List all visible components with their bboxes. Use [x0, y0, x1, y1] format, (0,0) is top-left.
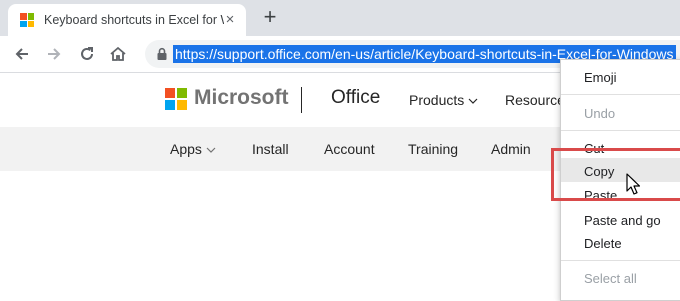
- microsoft-logo-icon[interactable]: [165, 88, 187, 110]
- subnav-account[interactable]: Account: [324, 141, 375, 157]
- lock-icon: [157, 47, 167, 60]
- menu-item-select-all[interactable]: Select all: [584, 271, 637, 286]
- chevron-down-icon: [468, 98, 478, 104]
- office-title[interactable]: Office: [331, 87, 380, 109]
- menu-item-delete[interactable]: Delete: [584, 236, 622, 251]
- mouse-cursor-icon: [626, 173, 640, 195]
- forward-button[interactable]: [42, 42, 66, 66]
- brand-name[interactable]: Microsoft: [194, 86, 289, 110]
- browser-tab[interactable]: Keyboard shortcuts in Excel for Windows …: [8, 4, 246, 36]
- chevron-down-icon: [206, 147, 216, 153]
- tab-title: Keyboard shortcuts in Excel for Windows: [44, 13, 224, 27]
- header-divider: [301, 87, 302, 113]
- subnav-install[interactable]: Install: [252, 141, 289, 157]
- menu-item-paste-and-go[interactable]: Paste and go: [584, 213, 661, 228]
- tab-strip: Keyboard shortcuts in Excel for Windows …: [0, 0, 680, 36]
- arrow-left-icon: [15, 48, 28, 60]
- menu-separator: [561, 130, 680, 131]
- arrow-right-icon: [48, 48, 61, 60]
- menu-item-undo[interactable]: Undo: [584, 106, 615, 121]
- back-button[interactable]: [10, 42, 34, 66]
- menu-separator: [561, 94, 680, 95]
- nav-products[interactable]: Products: [409, 92, 478, 108]
- menu-separator: [561, 260, 680, 261]
- subnav-training[interactable]: Training: [408, 141, 458, 157]
- annotation-highlight-box: [551, 148, 680, 201]
- new-tab-button[interactable]: +: [258, 6, 282, 30]
- subnav-apps[interactable]: Apps: [170, 141, 216, 157]
- home-icon: [110, 46, 126, 61]
- reload-icon: [81, 47, 93, 60]
- home-button[interactable]: [106, 42, 130, 66]
- menu-item-emoji[interactable]: Emoji: [584, 70, 617, 85]
- close-tab-icon[interactable]: ×: [222, 12, 238, 28]
- subnav-admin[interactable]: Admin: [491, 141, 531, 157]
- microsoft-favicon-icon: [20, 13, 34, 27]
- reload-button[interactable]: [75, 42, 99, 66]
